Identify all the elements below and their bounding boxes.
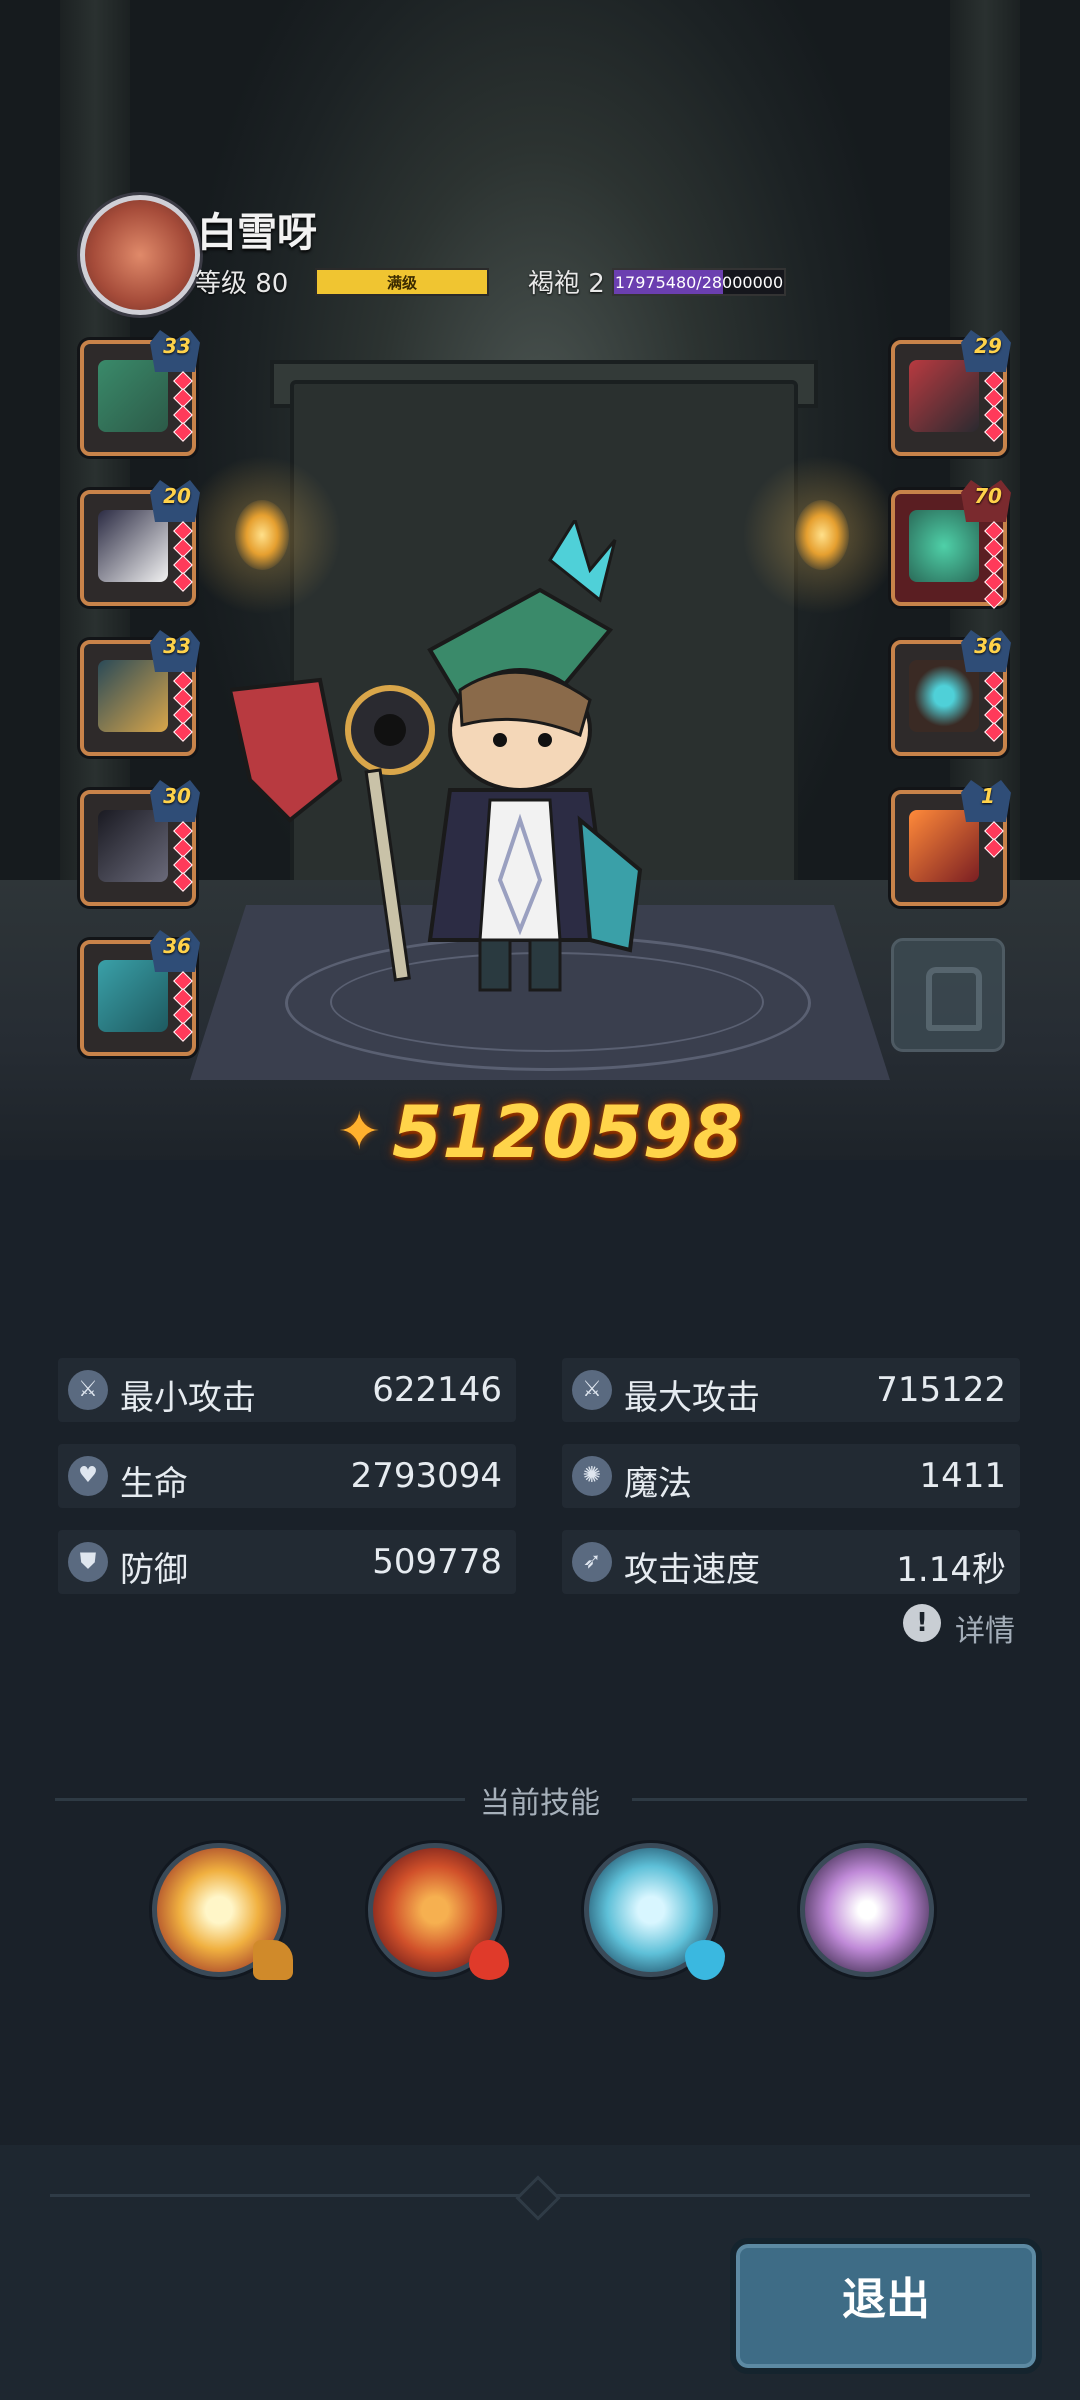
shield-icon: ⛊ (68, 1542, 108, 1582)
stat-value: 509778 (372, 1542, 502, 1582)
stat-value: 715122 (876, 1370, 1006, 1410)
gem-icons (173, 671, 193, 742)
exit-button[interactable]: 退出 (730, 2238, 1042, 2374)
sword-icon: ⚔ (68, 1370, 108, 1410)
slot-level: 36 (163, 934, 191, 958)
stat-magic: ✺ 魔法 1411 (562, 1444, 1020, 1508)
stat-defense: ⛊ 防御 509778 (58, 1530, 516, 1594)
class-label: 褐袍 2 (528, 269, 605, 299)
skill-ice-crystal[interactable] (584, 1843, 725, 1980)
skill-explosion[interactable] (152, 1843, 293, 1980)
speed-icon: ➶ (572, 1542, 612, 1582)
stat-value: 622146 (372, 1370, 502, 1410)
equipment-slot-hat[interactable]: 33 (80, 330, 200, 456)
equipment-slot-armor[interactable]: 20 (80, 480, 200, 606)
lamp-right-icon (795, 500, 849, 570)
equipment-slot-cape[interactable]: 36 (80, 930, 200, 1056)
stat-value: 1.14秒 (896, 1550, 1006, 1590)
heart-icon: ♥ (68, 1456, 108, 1496)
gem-icons (173, 371, 193, 442)
level-status: 满级 (386, 274, 417, 292)
slot-level: 1 (981, 784, 995, 808)
stat-label: 最小攻击 (120, 1378, 256, 1418)
slot-level: 20 (163, 484, 191, 508)
gem-icons (984, 821, 1004, 858)
gem-icons (984, 371, 1004, 442)
equipment-slot-necklace[interactable]: 36 (891, 630, 1011, 756)
skill-lightning[interactable] (800, 1843, 934, 1977)
stat-max-attack: ⚔ 最大攻击 715122 (562, 1358, 1020, 1422)
info-icon: ! (903, 1604, 941, 1642)
stat-label: 攻击速度 (624, 1550, 760, 1590)
stat-label: 魔法 (624, 1464, 692, 1504)
stat-label: 最大攻击 (624, 1378, 760, 1418)
stat-attack-speed: ➶ 攻击速度 1.14秒 (562, 1530, 1020, 1594)
level-label: 等级 80 (195, 269, 289, 299)
equipment-slot-boots[interactable]: 33 (80, 630, 200, 756)
slot-level: 33 (163, 334, 191, 358)
stat-value: 1411 (919, 1456, 1006, 1496)
slot-level: 36 (974, 634, 1002, 658)
exp-progress-bar: 17975480/28000000 (612, 268, 786, 296)
magic-icon: ✺ (572, 1456, 612, 1496)
stat-label: 防御 (120, 1550, 188, 1590)
skills-title: 当前技能 (480, 1786, 600, 1821)
slot-level: 33 (163, 634, 191, 658)
equipment-slot-emblem[interactable]: 1 (891, 780, 1011, 906)
slot-level: 29 (974, 334, 1002, 358)
exp-text: 17975480/28000000 (614, 273, 784, 292)
stat-value: 2793094 (350, 1456, 502, 1496)
skill-fire-vortex[interactable] (368, 1843, 509, 1980)
costume-button[interactable] (891, 938, 1005, 1052)
player-avatar[interactable] (80, 195, 200, 315)
combat-power: ✦ 5120598 (0, 1090, 1080, 1180)
equipment-slot-sleeve[interactable]: 30 (80, 780, 200, 906)
combat-power-icon: ✦ (337, 1102, 381, 1162)
stat-health: ♥ 生命 2793094 (58, 1444, 516, 1508)
stat-label: 生命 (120, 1464, 188, 1504)
player-character (230, 520, 643, 992)
sword-icon: ⚔ (572, 1370, 612, 1410)
level-progress-bar: 满级 (315, 268, 489, 296)
equipment-slot-weapon[interactable]: 29 (891, 330, 1011, 456)
slot-level: 30 (163, 784, 191, 808)
slot-level: 70 (974, 484, 1002, 508)
equipment-slot-pet[interactable]: 70 (891, 480, 1011, 609)
fire-element-icon (469, 1940, 509, 1980)
details-label: 详情 (955, 1614, 1015, 1649)
costume-icon (926, 967, 982, 1031)
combat-power-value: 5120598 (391, 1090, 743, 1174)
gem-icons (984, 671, 1004, 742)
water-element-icon (685, 1940, 725, 1980)
gem-icons (173, 821, 193, 892)
gem-icons (984, 521, 1004, 609)
stat-min-attack: ⚔ 最小攻击 622146 (58, 1358, 516, 1422)
gem-icons (173, 971, 193, 1042)
player-name: 白雪呀 (197, 210, 317, 256)
gem-icons (173, 521, 193, 592)
earth-element-icon (253, 1940, 293, 1980)
